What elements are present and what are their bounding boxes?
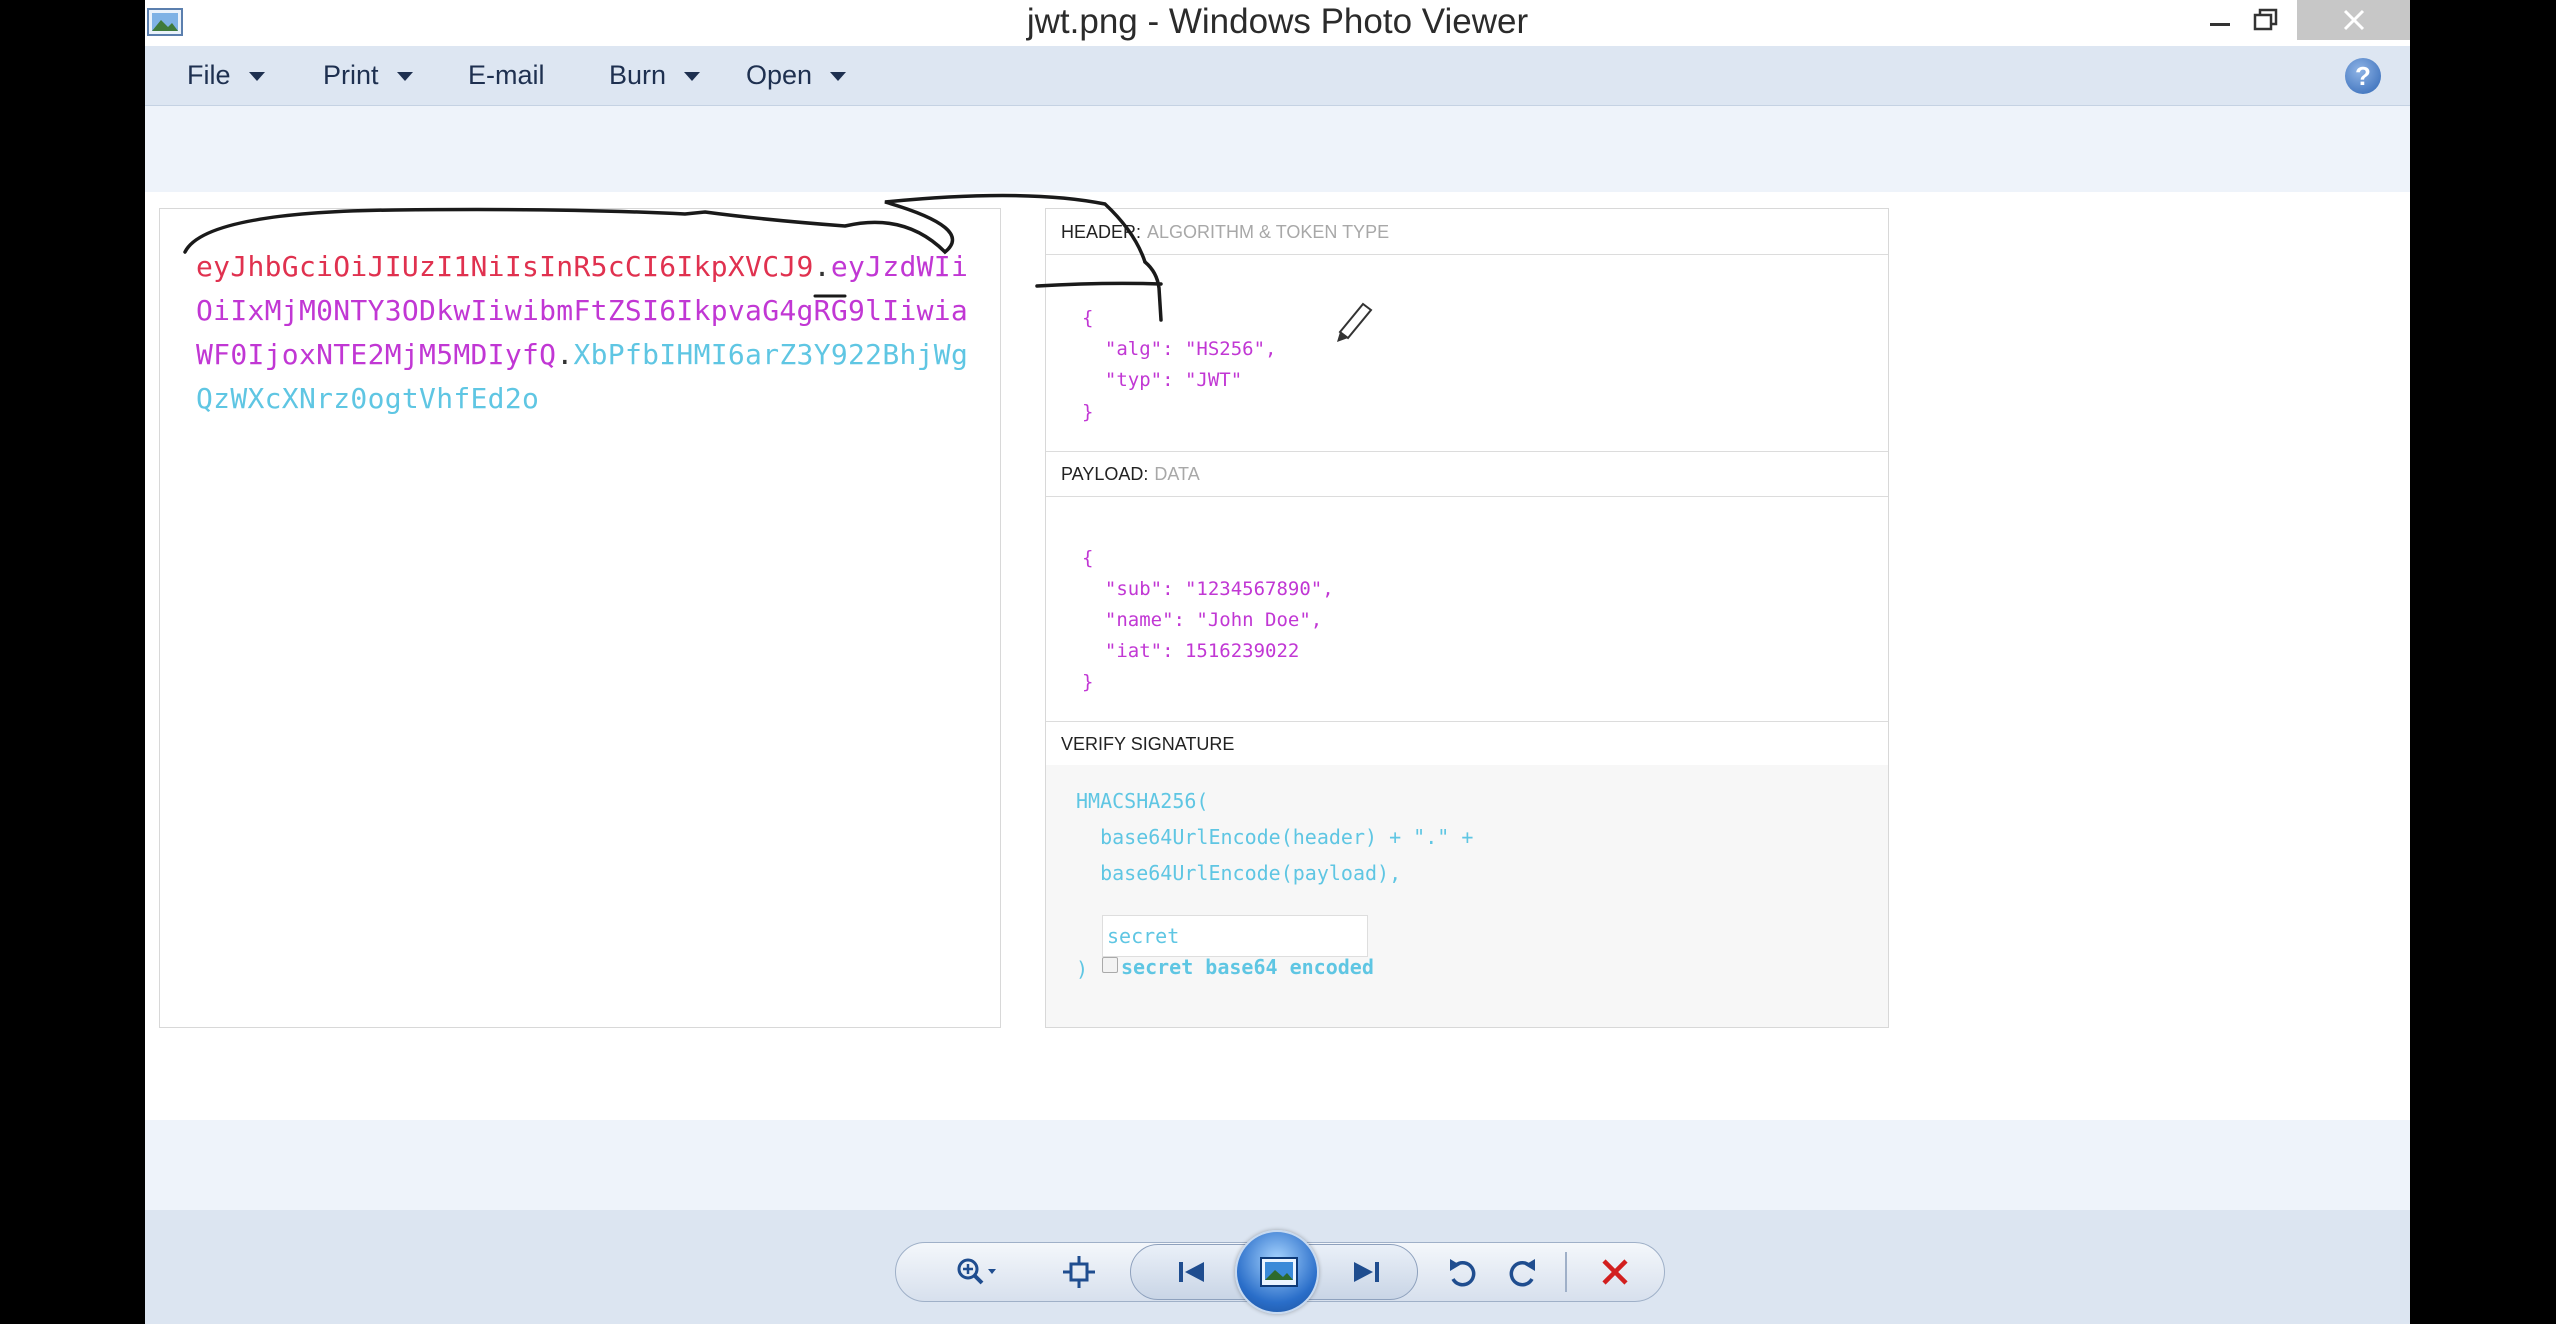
toolbar-separator bbox=[1565, 1252, 1567, 1292]
actual-size-button[interactable] bbox=[1057, 1246, 1101, 1298]
chevron-down-icon bbox=[830, 72, 847, 81]
decoded-token-panel: HEADER: ALGORITHM & TOKEN TYPE { "alg": "… bbox=[1045, 208, 1889, 1028]
displayed-image: eyJhbGciOiJIUzI1NiIsInR5cCI6IkpXVCJ9.eyJ… bbox=[145, 192, 2410, 1120]
payload-open-brace: { bbox=[1082, 547, 1094, 569]
payload-subtitle: DATA bbox=[1154, 464, 1200, 484]
delete-button[interactable] bbox=[1590, 1246, 1640, 1298]
rotate-cw-icon bbox=[1509, 1259, 1535, 1287]
menu-print-label: Print bbox=[323, 60, 379, 90]
rotate-ccw-icon bbox=[1450, 1259, 1476, 1287]
close-icon bbox=[2343, 9, 2364, 31]
previous-icon bbox=[1179, 1262, 1204, 1282]
payload-name-line: "name": "John Doe", bbox=[1082, 609, 1323, 631]
menu-burn[interactable]: Burn bbox=[609, 60, 701, 91]
payload-sub-line: "sub": "1234567890", bbox=[1082, 578, 1334, 600]
verify-signature-body: HMACSHA256( base64UrlEncode(header) + ".… bbox=[1046, 765, 1888, 1027]
restore-icon bbox=[2253, 8, 2278, 31]
image-area-top bbox=[145, 106, 2410, 192]
token-separator: . bbox=[556, 338, 574, 371]
image-area-bottom bbox=[145, 1120, 2410, 1210]
menu-email-label: E-mail bbox=[468, 60, 545, 90]
window-title: jwt.png - Windows Photo Viewer bbox=[1026, 2, 1529, 41]
restore-button[interactable] bbox=[2235, 0, 2297, 40]
chevron-down-icon bbox=[396, 72, 413, 81]
hmac-header-arg: base64UrlEncode(header) + "." + bbox=[1076, 825, 1474, 849]
encoded-token-panel: eyJhbGciOiJIUzI1NiIsInR5cCI6IkpXVCJ9.eyJ… bbox=[159, 208, 1001, 1028]
fit-icon bbox=[1063, 1256, 1095, 1288]
header-alg-line: "alg": "HS256", bbox=[1082, 338, 1277, 360]
header-subtitle: ALGORITHM & TOKEN TYPE bbox=[1147, 222, 1390, 242]
rotate-clockwise-button[interactable] bbox=[1498, 1246, 1548, 1298]
title-bar: jwt.png - Windows Photo Viewer bbox=[145, 0, 2410, 46]
zoom-icon bbox=[957, 1258, 996, 1285]
rotate-counterclockwise-button[interactable] bbox=[1437, 1246, 1487, 1298]
hmac-close-paren: ) bbox=[1076, 957, 1089, 981]
menu-open-label: Open bbox=[746, 60, 813, 90]
next-icon bbox=[1354, 1262, 1379, 1282]
hmac-function: HMACSHA256( bbox=[1076, 789, 1209, 813]
verify-section-title: VERIFY SIGNATURE bbox=[1046, 721, 1888, 767]
base64-checkbox bbox=[1102, 957, 1118, 973]
chevron-down-icon bbox=[248, 72, 265, 81]
token-header-part: eyJhbGciOiJIUzI1NiIsInR5cCI6IkpXVCJ9 bbox=[196, 250, 814, 283]
slideshow-button[interactable] bbox=[1235, 1230, 1319, 1314]
token-separator: . bbox=[813, 250, 831, 283]
zoom-button[interactable] bbox=[947, 1246, 1007, 1298]
menu-burn-label: Burn bbox=[609, 60, 667, 90]
hmac-payload-arg: base64UrlEncode(payload), bbox=[1076, 861, 1402, 885]
payload-title: PAYLOAD: bbox=[1061, 464, 1149, 484]
slideshow-icon bbox=[1260, 1257, 1298, 1287]
menu-file[interactable]: File bbox=[187, 60, 265, 91]
header-section-title: HEADER: ALGORITHM & TOKEN TYPE bbox=[1046, 209, 1888, 255]
payload-section-title: PAYLOAD: DATA bbox=[1046, 451, 1888, 497]
base64-checkbox-label: secret base64 encoded bbox=[1121, 955, 1374, 979]
payload-close-brace: } bbox=[1082, 671, 1094, 693]
header-open-brace: { bbox=[1082, 307, 1094, 329]
menu-file-label: File bbox=[187, 60, 231, 90]
menu-print[interactable]: Print bbox=[323, 60, 413, 91]
previous-button[interactable] bbox=[1167, 1246, 1217, 1298]
payload-iat-line: "iat": 1516239022 bbox=[1082, 640, 1300, 662]
encoded-token: eyJhbGciOiJIUzI1NiIsInR5cCI6IkpXVCJ9.eyJ… bbox=[196, 245, 976, 421]
secret-input: secret bbox=[1102, 915, 1368, 957]
viewer-toolbar bbox=[145, 1210, 2410, 1324]
next-button[interactable] bbox=[1341, 1246, 1391, 1298]
delete-icon bbox=[1602, 1259, 1628, 1285]
close-button[interactable] bbox=[2297, 0, 2410, 40]
photo-viewer-window: jwt.png - Windows Photo Viewer File Prin… bbox=[145, 0, 2410, 1324]
chevron-down-icon bbox=[684, 72, 701, 81]
help-icon[interactable]: ? bbox=[2345, 58, 2381, 94]
minimize-icon bbox=[2210, 23, 2230, 26]
menu-email[interactable]: E-mail bbox=[468, 60, 545, 91]
header-close-brace: } bbox=[1082, 401, 1094, 423]
header-title: HEADER: bbox=[1061, 222, 1142, 242]
menu-bar: File Print E-mail Burn Open ? bbox=[145, 46, 2410, 106]
header-typ-line: "typ": "JWT" bbox=[1082, 369, 1243, 391]
menu-open[interactable]: Open bbox=[746, 60, 847, 91]
